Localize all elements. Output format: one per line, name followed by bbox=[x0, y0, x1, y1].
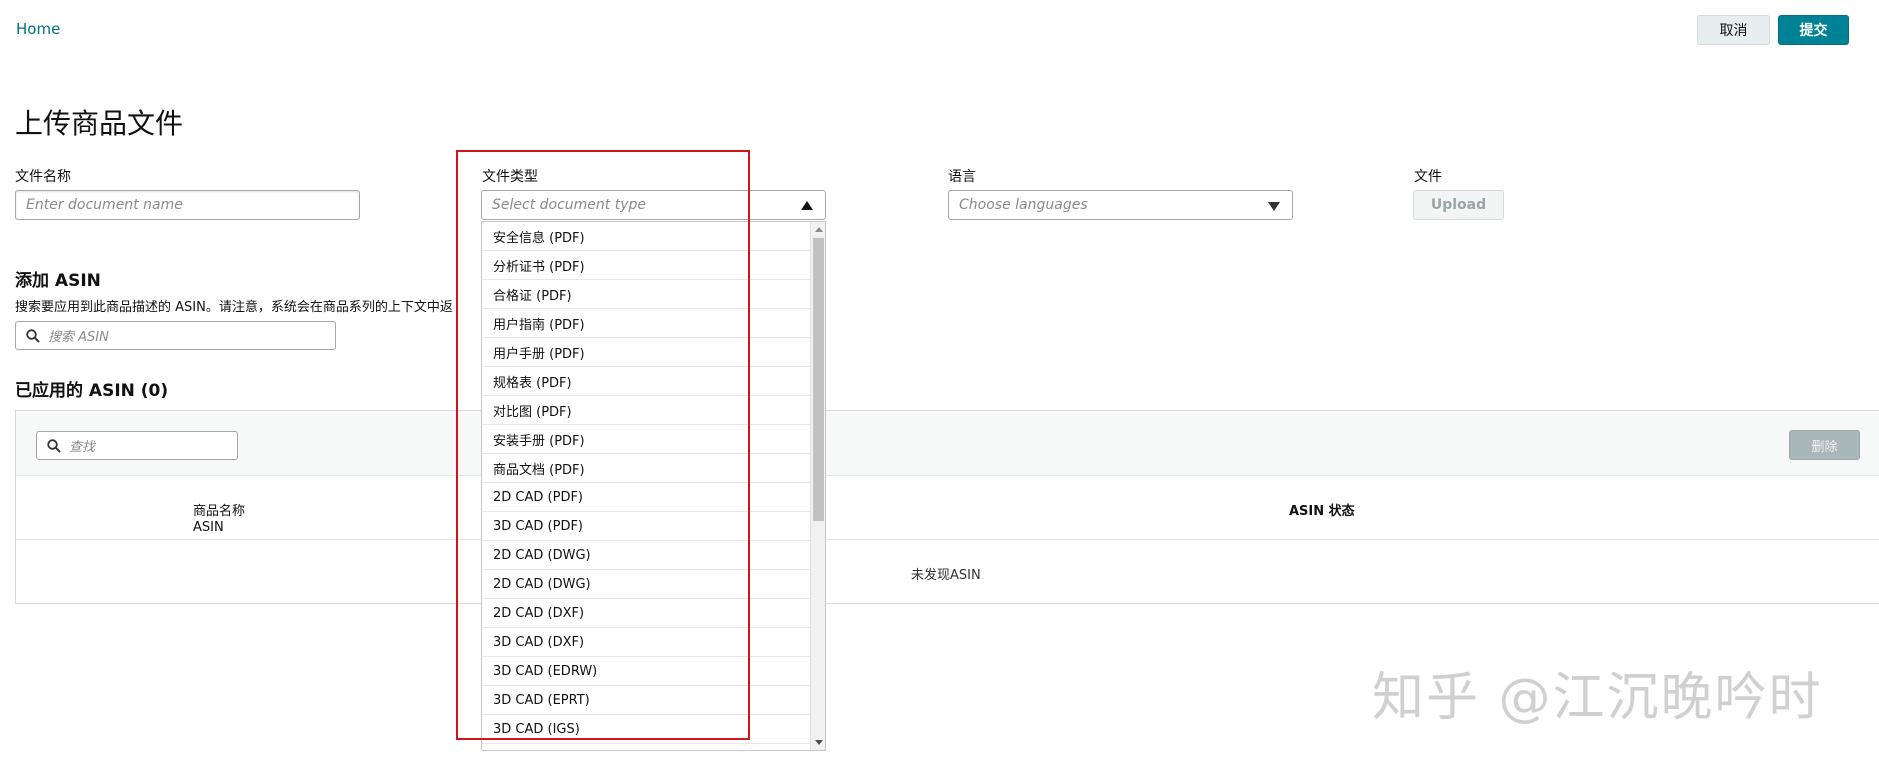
document-type-option[interactable]: 3D CAD (EPRT) bbox=[482, 686, 811, 715]
document-type-option[interactable]: 安装手册 (PDF) bbox=[482, 425, 811, 454]
search-icon bbox=[47, 438, 61, 453]
document-type-dropdown[interactable]: 安全信息 (PDF) 分析证书 (PDF) 合格证 (PDF) 用户指南 (PDF) 用… bbox=[481, 221, 826, 751]
document-name-input[interactable]: Enter document name bbox=[15, 190, 360, 220]
table-filter-input[interactable]: 查找 bbox=[36, 431, 238, 460]
document-type-option[interactable]: 3D CAD (IGS) bbox=[482, 715, 811, 744]
delete-button[interactable]: 删除 bbox=[1789, 430, 1860, 460]
document-type-option[interactable]: 2D CAD (PDF) bbox=[482, 483, 811, 512]
document-type-option[interactable]: 规格表 (PDF) bbox=[482, 367, 811, 396]
document-type-option[interactable]: 3D CAD (PDF) bbox=[482, 512, 811, 541]
asin-search-input[interactable]: 搜索 ASIN bbox=[15, 321, 336, 350]
document-name-label: 文件名称 bbox=[15, 169, 71, 185]
document-type-option[interactable]: 3D CAD (DXF) bbox=[482, 628, 811, 657]
document-type-option[interactable]: 3D CAD (EDRW) bbox=[482, 657, 811, 686]
applied-asin-table: 查找 删除 商品名称 ASIN ASIN 状态 未发现ASIN bbox=[15, 410, 1879, 604]
watermark: 知乎 @江沉晚吟时 bbox=[1372, 668, 1823, 728]
asin-search-placeholder: 搜索 ASIN bbox=[48, 330, 109, 345]
document-type-option[interactable]: 商品文档 (PDF) bbox=[482, 454, 811, 483]
empty-table-message: 未发现ASIN bbox=[911, 568, 981, 583]
document-type-option[interactable]: 用户指南 (PDF) bbox=[482, 309, 811, 338]
file-label: 文件 bbox=[1414, 169, 1442, 185]
upload-button[interactable]: Upload bbox=[1413, 190, 1504, 220]
document-type-label: 文件类型 bbox=[482, 169, 538, 185]
column-header-product-name: 商品名称 bbox=[193, 504, 246, 519]
upload-product-document-page: Home 取消 提交 上传商品文件 文件名称 Enter document na… bbox=[0, 0, 1879, 762]
scroll-down-icon[interactable] bbox=[815, 740, 823, 745]
scrollbar-thumb[interactable] bbox=[813, 238, 824, 521]
language-select[interactable]: Choose languages bbox=[948, 190, 1293, 220]
table-header-row: 商品名称 ASIN ASIN 状态 bbox=[16, 476, 1879, 540]
document-type-option[interactable]: 2D CAD (DWG) bbox=[482, 570, 811, 599]
caret-down-icon bbox=[1268, 202, 1280, 211]
applied-asin-title: 已应用的 ASIN (0) bbox=[15, 381, 169, 401]
page-title: 上传商品文件 bbox=[15, 107, 184, 140]
document-type-option[interactable]: 用户手册 (PDF) bbox=[482, 338, 811, 367]
document-name-placeholder: Enter document name bbox=[26, 197, 183, 213]
document-type-option[interactable]: 安全信息 (PDF) bbox=[482, 222, 811, 251]
document-type-select[interactable]: Select document type bbox=[481, 190, 826, 220]
cancel-button[interactable]: 取消 bbox=[1697, 15, 1770, 45]
scroll-up-icon[interactable] bbox=[815, 227, 823, 232]
column-header-asin: ASIN bbox=[193, 520, 224, 535]
column-header-asin-status: ASIN 状态 bbox=[1289, 504, 1355, 519]
document-type-option[interactable]: 对比图 (PDF) bbox=[482, 396, 811, 425]
caret-up-icon bbox=[801, 201, 813, 210]
document-type-option[interactable]: 2D CAD (DXF) bbox=[482, 599, 811, 628]
table-filter-placeholder: 查找 bbox=[69, 440, 96, 455]
document-type-option[interactable]: 分析证书 (PDF) bbox=[482, 251, 811, 280]
language-label: 语言 bbox=[948, 169, 976, 185]
document-type-option[interactable]: 合格证 (PDF) bbox=[482, 280, 811, 309]
language-placeholder: Choose languages bbox=[959, 197, 1088, 213]
document-type-option[interactable]: 2D CAD (DWG) bbox=[482, 541, 811, 570]
submit-button[interactable]: 提交 bbox=[1778, 15, 1849, 45]
add-asin-title: 添加 ASIN bbox=[15, 271, 101, 291]
document-type-placeholder: Select document type bbox=[492, 197, 646, 213]
breadcrumb-home-link[interactable]: Home bbox=[16, 20, 60, 38]
document-type-options: 安全信息 (PDF) 分析证书 (PDF) 合格证 (PDF) 用户指南 (PDF) 用… bbox=[482, 222, 811, 744]
add-asin-help-text: 搜索要应用到此商品描述的 ASIN。请注意，系统会在商品系列的上下文中返 bbox=[15, 300, 453, 315]
dropdown-scrollbar[interactable] bbox=[810, 222, 825, 750]
search-icon bbox=[26, 328, 40, 343]
table-toolbar: 查找 删除 bbox=[16, 411, 1879, 476]
